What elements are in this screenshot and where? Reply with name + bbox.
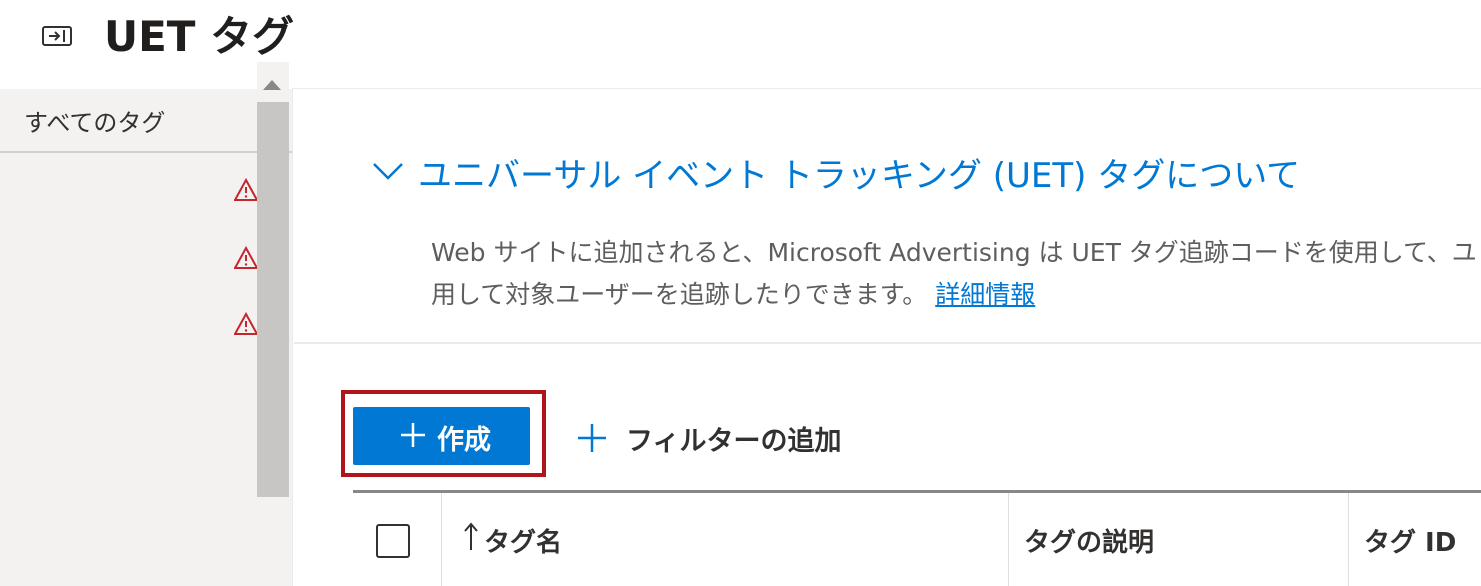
scrollbar-thumb[interactable]: [257, 102, 289, 497]
about-text-line-2: 用して対象ユーザーを追跡したりできます。 詳細情報: [431, 274, 1481, 316]
about-text-line-1: Web サイトに追加されると、Microsoft Advertising は U…: [431, 238, 1477, 267]
column-separator: [1008, 493, 1009, 586]
create-button[interactable]: 作成: [353, 407, 530, 465]
scroll-up-arrow-icon[interactable]: [263, 80, 281, 90]
page-title: UET タグ: [104, 12, 295, 61]
select-all-checkbox[interactable]: [376, 524, 410, 558]
sidebar: すべてのタグ: [0, 89, 293, 586]
plus-icon: [578, 424, 606, 452]
about-text-line-2-text: 用して対象ユーザーを追跡したりできます。: [431, 280, 928, 309]
divider: [294, 342, 1481, 344]
column-header-tag-id[interactable]: タグ ID: [1364, 522, 1456, 559]
column-header-tag-description[interactable]: タグの説明: [1024, 522, 1154, 559]
create-button-label: 作成: [437, 425, 491, 456]
sort-up-icon[interactable]: [462, 520, 480, 556]
chevron-down-icon[interactable]: [372, 158, 404, 182]
sidebar-tab-all-tags[interactable]: すべてのタグ: [0, 89, 292, 153]
sidebar-tab-label: すべてのタグ: [24, 109, 166, 137]
column-separator: [441, 493, 442, 586]
column-header-tag-name[interactable]: タグ名: [484, 522, 562, 559]
column-separator: [1348, 493, 1349, 586]
learn-more-link[interactable]: 詳細情報: [935, 280, 1035, 309]
plus-icon: [401, 423, 425, 447]
add-filter-label: フィルターの追加: [626, 426, 842, 457]
about-description: Web サイトに追加されると、Microsoft Advertising は U…: [431, 232, 1481, 316]
page-header: UET タグ: [0, 0, 1481, 88]
warning-triangle-icon: [234, 178, 258, 201]
panel-collapse-icon[interactable]: [40, 24, 74, 48]
warning-triangle-icon: [234, 246, 258, 269]
warning-triangle-icon: [234, 312, 258, 335]
about-section-toggle[interactable]: ユニバーサル イベント トラッキング (UET) タグについて: [418, 148, 1300, 197]
